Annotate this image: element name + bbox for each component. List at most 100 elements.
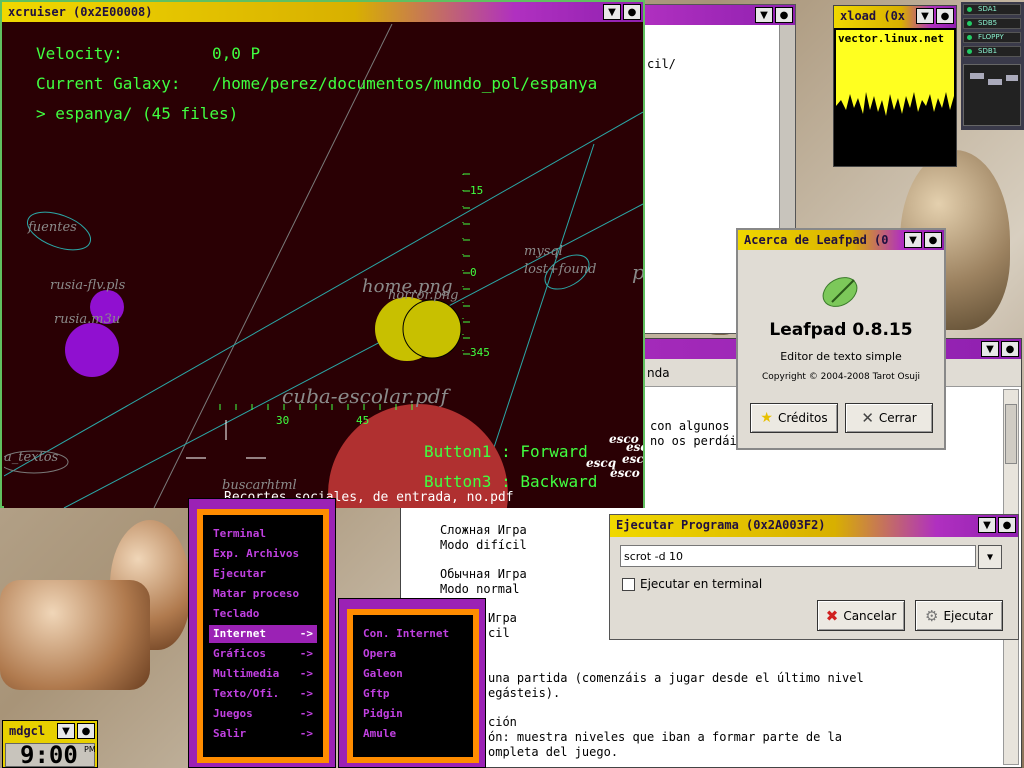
load-graph: vector.linux.net bbox=[836, 30, 954, 166]
scroll-thumb[interactable] bbox=[1005, 404, 1017, 464]
cancel-icon: ✖ bbox=[825, 606, 839, 625]
run-program-dialog[interactable]: Ejecutar Programa (0x2A003F2) ▼ ● scrot -… bbox=[609, 514, 1019, 640]
text-line: egásteis). bbox=[488, 686, 561, 700]
velocity-label: Velocity: bbox=[36, 44, 123, 63]
menu-item-internet[interactable]: Internet -> bbox=[209, 625, 317, 643]
menu-item-text[interactable]: Texto/Ofi. -> bbox=[209, 685, 317, 703]
close-icon[interactable]: ● bbox=[77, 723, 95, 739]
text-line: una partida (comenzáis a jugar desde el … bbox=[488, 671, 864, 685]
cancel-button[interactable]: ✖ Cancelar bbox=[817, 600, 905, 631]
node-label[interactable]: esco bbox=[622, 452, 643, 466]
menu-item-terminal[interactable]: Terminal bbox=[209, 525, 317, 543]
close-icon[interactable]: ● bbox=[1001, 341, 1019, 357]
node-label[interactable]: a_textos bbox=[4, 450, 58, 465]
close-icon[interactable]: ● bbox=[775, 7, 793, 23]
minimize-icon[interactable]: ▼ bbox=[978, 517, 996, 533]
galaxy-path: /home/perez/documentos/mundo_pol/espanya bbox=[212, 74, 598, 93]
about-dialog[interactable]: Acerca de Leafpad (0 ▼ ● Leafpad 0.8.15 E… bbox=[736, 228, 946, 450]
star-icon: ★ bbox=[760, 410, 773, 426]
internet-submenu[interactable]: Con. Internet Opera Galeon Gftp Pidgin A… bbox=[338, 598, 486, 768]
submenu-item-galeon[interactable]: Galeon bbox=[359, 665, 467, 683]
text-line: con algunos bbox=[650, 419, 730, 433]
minimize-icon[interactable]: ▼ bbox=[904, 232, 922, 248]
mixer-applet[interactable] bbox=[963, 64, 1021, 126]
dropdown-button[interactable]: ▼ bbox=[978, 545, 1002, 569]
node-label[interactable]: fuentes bbox=[28, 220, 77, 235]
window-titlebar[interactable]: xcruiser (0x2E00008) ▼ ● bbox=[2, 2, 643, 22]
galaxy-label: Current Galaxy: bbox=[36, 74, 181, 93]
close-icon[interactable]: ● bbox=[924, 232, 942, 248]
submenu-item-opera[interactable]: Opera bbox=[359, 645, 467, 663]
submenu-item-amule[interactable]: Amule bbox=[359, 725, 467, 743]
command-input[interactable]: scrot -d 10 bbox=[620, 545, 976, 567]
main-menu[interactable]: Terminal Exp. Archivos Ejecutar Matar pr… bbox=[188, 498, 336, 768]
gear-icon: ⚙ bbox=[925, 606, 939, 625]
menu-item-files[interactable]: Exp. Archivos bbox=[209, 545, 317, 563]
drive-sda1[interactable]: SDA1 bbox=[963, 4, 1021, 15]
app-description: Editor de texto simple bbox=[780, 350, 902, 363]
window-titlebar[interactable]: mdgcl ▼ ● bbox=[3, 721, 97, 743]
drive-floppy[interactable]: FLOPPY bbox=[963, 32, 1021, 43]
close-icon[interactable]: ● bbox=[936, 8, 954, 24]
xcruiser-canvas[interactable]: Velocity: 0,0 P Current Galaxy: /home/pe… bbox=[4, 24, 643, 508]
menu-item-graphics[interactable]: Gráficos -> bbox=[209, 645, 317, 663]
menu-item[interactable]: nda bbox=[647, 366, 670, 380]
drive-sdb1[interactable]: SDB1 bbox=[963, 46, 1021, 57]
scale-label: 15 bbox=[470, 184, 484, 197]
text-line: ompleta del juego. bbox=[488, 745, 619, 759]
clock-ampm: PM bbox=[84, 745, 96, 754]
clock-time: 9:00 bbox=[20, 741, 78, 768]
scale-label: 30 bbox=[276, 414, 290, 427]
minimize-icon[interactable]: ▼ bbox=[755, 7, 773, 23]
node-label[interactable]: rusia.m3u bbox=[54, 312, 120, 327]
node-label[interactable]: p bbox=[632, 260, 643, 284]
minimize-icon[interactable]: ▼ bbox=[603, 4, 621, 20]
node-label[interactable]: cuba-escolar.pdf bbox=[282, 384, 448, 408]
node-label[interactable]: esco bbox=[610, 466, 640, 480]
window-title: Acerca de Leafpad (0 bbox=[744, 233, 889, 247]
clock-face: 9:00 PM bbox=[5, 741, 96, 768]
scale-label: 45 bbox=[356, 414, 370, 427]
minimize-icon[interactable]: ▼ bbox=[916, 8, 934, 24]
chess-pawn-image bbox=[0, 580, 150, 690]
window-titlebar[interactable]: Acerca de Leafpad (0 ▼ ● bbox=[738, 230, 944, 250]
node-label[interactable]: mysql bbox=[524, 244, 563, 259]
window-titlebar[interactable]: Ejecutar Programa (0x2A003F2) ▼ ● bbox=[610, 515, 1018, 537]
menu-item-games[interactable]: Juegos -> bbox=[209, 705, 317, 723]
minimize-icon[interactable]: ▼ bbox=[981, 341, 999, 357]
text-line: ción bbox=[488, 715, 517, 729]
window-titlebar[interactable]: ▼ ● bbox=[641, 5, 795, 25]
node-label[interactable]: rusia-flv.pls bbox=[50, 278, 125, 293]
path-text: cil/ bbox=[647, 57, 676, 71]
node-label[interactable]: lost+found bbox=[524, 262, 596, 277]
close-button[interactable]: ✕ Cerrar bbox=[845, 403, 933, 433]
chevron-down-icon: ▼ bbox=[986, 551, 994, 563]
text-line: Игра bbox=[488, 611, 517, 625]
menu-item-keyboard[interactable]: Teclado bbox=[209, 605, 317, 623]
menu-item-exit[interactable]: Salir -> bbox=[209, 725, 317, 743]
run-button[interactable]: ⚙ Ejecutar bbox=[915, 600, 1003, 631]
clock-window[interactable]: mdgcl ▼ ● 9:00 PM bbox=[2, 720, 98, 768]
window-title: Ejecutar Programa (0x2A003F2) bbox=[616, 518, 826, 532]
window-titlebar[interactable]: xload (0x ▼ ● bbox=[834, 6, 956, 28]
text-line: ón: muestra niveles que iban a formar pa… bbox=[488, 730, 843, 744]
menu-item-kill[interactable]: Matar proceso bbox=[209, 585, 317, 603]
close-icon[interactable]: ● bbox=[998, 517, 1016, 533]
node-label[interactable]: horror.png bbox=[388, 288, 458, 303]
velocity-value: 0,0 P bbox=[212, 44, 261, 63]
submenu-item-gftp[interactable]: Gftp bbox=[359, 685, 467, 703]
minimize-icon[interactable]: ▼ bbox=[57, 723, 75, 739]
copyright-text: Copyright © 2004-2008 Tarot Osuji bbox=[761, 372, 920, 382]
window-title: xload (0x bbox=[840, 9, 906, 23]
menu-item-multimedia[interactable]: Multimedia -> bbox=[209, 665, 317, 683]
drive-sdb5[interactable]: SDB5 bbox=[963, 18, 1021, 29]
cancel-label: Cancelar bbox=[843, 608, 897, 623]
xcruiser-window[interactable]: xcruiser (0x2E00008) ▼● Velocity: 0,0 P bbox=[0, 0, 645, 508]
xload-window[interactable]: xload (0x ▼ ● vector.linux.net bbox=[833, 5, 957, 167]
submenu-item-connection[interactable]: Con. Internet bbox=[359, 625, 467, 643]
close-icon[interactable]: ● bbox=[623, 4, 641, 20]
credits-button[interactable]: ★ Créditos bbox=[750, 403, 838, 433]
terminal-checkbox[interactable] bbox=[622, 578, 635, 591]
menu-item-run[interactable]: Ejecutar bbox=[209, 565, 317, 583]
submenu-item-pidgin[interactable]: Pidgin bbox=[359, 705, 467, 723]
